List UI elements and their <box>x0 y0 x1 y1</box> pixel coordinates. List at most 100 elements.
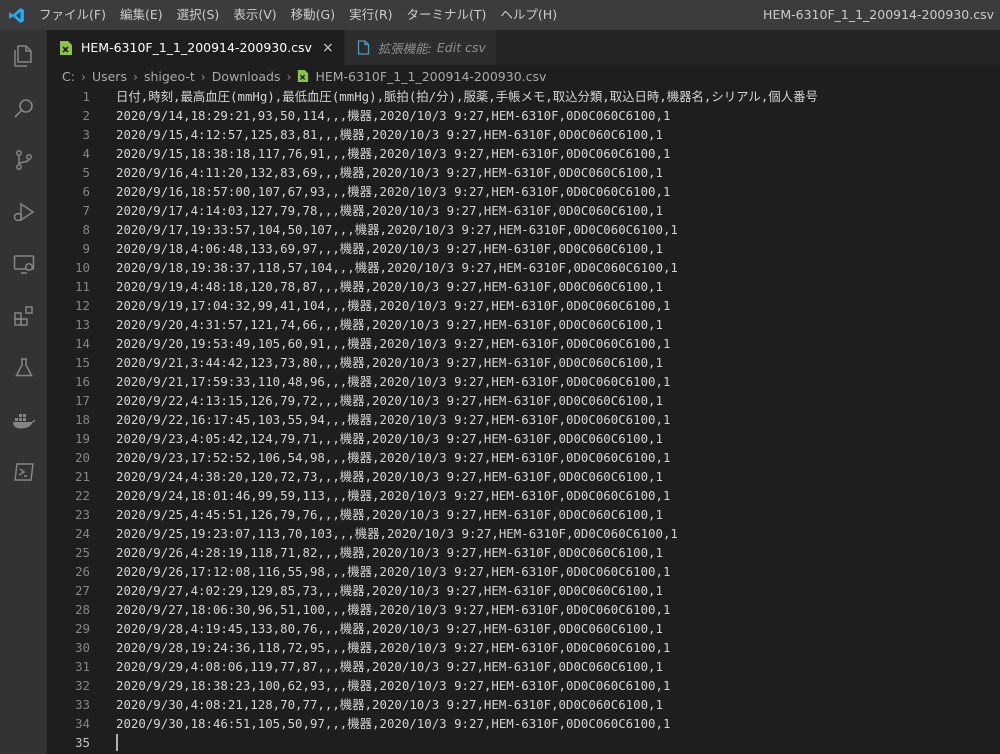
editor-line[interactable]: 25 2020/9/26,4:28:19,118,71,82,,,機器,2020/… <box>47 543 1000 562</box>
chevron-right-icon: › <box>80 68 86 84</box>
tab-csv-file[interactable]: HEM-6310F_1_1_200914-200930.csv × <box>47 30 345 65</box>
line-text: 日付,時刻,最高血圧(mmHg),最低血圧(mmHg),脈拍(拍/分),服薬,手… <box>116 89 818 104</box>
testing-icon[interactable] <box>0 342 47 394</box>
line-text: 2020/9/16,18:57:00,107,67,93,,,機器,2020/1… <box>116 184 671 199</box>
editor-line[interactable]: 31 2020/9/29,4:08:06,119,77,87,,,機器,2020/… <box>47 657 1000 676</box>
editor-line[interactable]: 22 2020/9/24,18:01:46,99,59,113,,,機器,2020… <box>47 486 1000 505</box>
editor-line[interactable]: 33 2020/9/30,4:08:21,128,70,77,,,機器,2020/… <box>47 695 1000 714</box>
line-number: 19 <box>75 431 90 446</box>
breadcrumb-file[interactable]: HEM-6310F_1_1_200914-200930.csv <box>315 69 546 84</box>
tab-label: HEM-6310F_1_1_200914-200930.csv <box>81 40 312 55</box>
tab-bar: HEM-6310F_1_1_200914-200930.csv × 拡張機能: … <box>47 30 1000 65</box>
menu-go[interactable]: 移動(G) <box>284 0 342 30</box>
code-editor[interactable]: 1 日付,時刻,最高血圧(mmHg),最低血圧(mmHg),脈拍(拍/分),服薬,… <box>47 87 1000 754</box>
line-text: 2020/9/24,4:38:20,120,72,73,,,機器,2020/10… <box>116 469 663 484</box>
editor-line[interactable]: 6 2020/9/16,18:57:00,107,67,93,,,機器,2020/… <box>47 182 1000 201</box>
menu-selection[interactable]: 選択(S) <box>170 0 227 30</box>
line-number: 20 <box>75 450 90 465</box>
editor-line[interactable]: 11 2020/9/19,4:48:18,120,78,87,,,機器,2020/… <box>47 277 1000 296</box>
editor-line[interactable]: 10 2020/9/18,19:38:37,118,57,104,,,機器,202… <box>47 258 1000 277</box>
line-number: 22 <box>75 488 90 503</box>
line-number: 10 <box>75 260 90 275</box>
tab-extension-preview[interactable]: 拡張機能: Edit csv <box>344 30 497 65</box>
line-number: 14 <box>75 336 90 351</box>
run-debug-icon[interactable] <box>0 186 47 238</box>
source-control-icon[interactable] <box>0 134 47 186</box>
menu-file[interactable]: ファイル(F) <box>32 0 113 30</box>
files-icon[interactable] <box>0 30 47 82</box>
line-number: 23 <box>75 507 90 522</box>
line-text: 2020/9/23,4:05:42,124,79,71,,,機器,2020/10… <box>116 431 663 446</box>
editor-line[interactable]: 26 2020/9/26,17:12:08,116,55,98,,,機器,2020… <box>47 562 1000 581</box>
editor-line[interactable]: 14 2020/9/20,19:53:49,105,60,91,,,機器,2020… <box>47 334 1000 353</box>
editor-line[interactable]: 8 2020/9/17,19:33:57,104,50,107,,,機器,2020… <box>47 220 1000 239</box>
line-text: 2020/9/23,17:52:52,106,54,98,,,機器,2020/1… <box>116 450 671 465</box>
editor-line[interactable]: 16 2020/9/21,17:59:33,110,48,96,,,機器,2020… <box>47 372 1000 391</box>
csv-file-icon <box>59 40 73 56</box>
line-number: 28 <box>75 602 90 617</box>
terminal-icon[interactable] <box>0 446 47 498</box>
line-number: 24 <box>75 526 90 541</box>
menu-bar: ファイル(F) 編集(E) 選択(S) 表示(V) 移動(G) 実行(R) ター… <box>32 0 564 30</box>
editor-line[interactable]: 28 2020/9/27,18:06:30,96,51,100,,,機器,2020… <box>47 600 1000 619</box>
editor-line[interactable]: 34 2020/9/30,18:46:51,105,50,97,,,機器,2020… <box>47 714 1000 733</box>
line-text: 2020/9/29,18:38:23,100,62,93,,,機器,2020/1… <box>116 678 671 693</box>
line-number: 17 <box>75 393 90 408</box>
editor-line[interactable]: 23 2020/9/25,4:45:51,126,79,76,,,機器,2020/… <box>47 505 1000 524</box>
line-text: 2020/9/18,4:06:48,133,69,97,,,機器,2020/10… <box>116 241 663 256</box>
line-number: 29 <box>75 621 90 636</box>
breadcrumb-users[interactable]: Users <box>92 69 127 84</box>
editor-line[interactable]: 12 2020/9/19,17:04:32,99,41,104,,,機器,2020… <box>47 296 1000 315</box>
editor-line[interactable]: 1 日付,時刻,最高血圧(mmHg),最低血圧(mmHg),脈拍(拍/分),服薬,… <box>47 87 1000 106</box>
editor-line[interactable]: 21 2020/9/24,4:38:20,120,72,73,,,機器,2020/… <box>47 467 1000 486</box>
editor-line[interactable]: 3 2020/9/15,4:12:57,125,83,81,,,機器,2020/1… <box>47 125 1000 144</box>
line-text: 2020/9/18,19:38:37,118,57,104,,,機器,2020/… <box>116 260 678 275</box>
line-text: 2020/9/28,19:24:36,118,72,95,,,機器,2020/1… <box>116 640 671 655</box>
menu-view[interactable]: 表示(V) <box>226 0 283 30</box>
line-number: 11 <box>75 279 90 294</box>
editor-line[interactable]: 35 <box>47 733 1000 752</box>
menu-help[interactable]: ヘルプ(H) <box>493 0 564 30</box>
line-number: 18 <box>75 412 90 427</box>
line-number: 34 <box>75 716 90 731</box>
menu-run[interactable]: 実行(R) <box>342 0 399 30</box>
editor-line[interactable]: 18 2020/9/22,16:17:45,103,55,94,,,機器,2020… <box>47 410 1000 429</box>
editor-line[interactable]: 4 2020/9/15,18:38:18,117,76,91,,,機器,2020/… <box>47 144 1000 163</box>
breadcrumb-drive[interactable]: C: <box>62 69 75 84</box>
window-title: HEM-6310F_1_1_200914-200930.csv <box>763 7 994 22</box>
menu-edit[interactable]: 編集(E) <box>113 0 170 30</box>
vscode-logo-icon <box>0 0 32 30</box>
tab-label: 拡張機能: <box>377 41 432 56</box>
menu-terminal[interactable]: ターミナル(T) <box>400 0 494 30</box>
extensions-icon[interactable] <box>0 290 47 342</box>
remote-explorer-icon[interactable] <box>0 238 47 290</box>
line-text: 2020/9/27,18:06:30,96,51,100,,,機器,2020/1… <box>116 602 671 617</box>
editor-line[interactable]: 19 2020/9/23,4:05:42,124,79,71,,,機器,2020/… <box>47 429 1000 448</box>
editor-line[interactable]: 29 2020/9/28,4:19:45,133,80,76,,,機器,2020/… <box>47 619 1000 638</box>
editor-line[interactable]: 32 2020/9/29,18:38:23,100,62,93,,,機器,2020… <box>47 676 1000 695</box>
line-text: 2020/9/19,4:48:18,120,78,87,,,機器,2020/10… <box>116 279 663 294</box>
editor-line[interactable]: 13 2020/9/20,4:31:57,121,74,66,,,機器,2020/… <box>47 315 1000 334</box>
editor-line[interactable]: 20 2020/9/23,17:52:52,106,54,98,,,機器,2020… <box>47 448 1000 467</box>
line-text: 2020/9/15,4:12:57,125,83,81,,,機器,2020/10… <box>116 127 663 142</box>
editor-line[interactable]: 2 2020/9/14,18:29:21,93,50,114,,,機器,2020/… <box>47 106 1000 125</box>
line-number: 4 <box>82 146 90 161</box>
editor-line[interactable]: 9 2020/9/18,4:06:48,133,69,97,,,機器,2020/1… <box>47 239 1000 258</box>
editor-line[interactable]: 15 2020/9/21,3:44:42,123,73,80,,,機器,2020/… <box>47 353 1000 372</box>
editor-line[interactable]: 7 2020/9/17,4:14:03,127,79,78,,,機器,2020/1… <box>47 201 1000 220</box>
breadcrumb-user[interactable]: shigeo-t <box>144 69 195 84</box>
editor-line[interactable]: 17 2020/9/22,4:13:15,126,79,72,,,機器,2020/… <box>47 391 1000 410</box>
line-text: 2020/9/29,4:08:06,119,77,87,,,機器,2020/10… <box>116 659 663 674</box>
editor-line[interactable]: 27 2020/9/27,4:02:29,129,85,73,,,機器,2020/… <box>47 581 1000 600</box>
editor-line[interactable]: 5 2020/9/16,4:11:20,132,83,69,,,機器,2020/1… <box>47 163 1000 182</box>
line-text: 2020/9/20,19:53:49,105,60,91,,,機器,2020/1… <box>116 336 671 351</box>
docker-icon[interactable] <box>0 394 47 446</box>
editor-line[interactable]: 30 2020/9/28,19:24:36,118,72,95,,,機器,2020… <box>47 638 1000 657</box>
breadcrumb-downloads[interactable]: Downloads <box>212 69 281 84</box>
line-number: 2 <box>82 108 90 123</box>
line-number: 21 <box>75 469 90 484</box>
line-text: 2020/9/27,4:02:29,129,85,73,,,機器,2020/10… <box>116 583 663 598</box>
editor-line[interactable]: 24 2020/9/25,19:23:07,113,70,103,,,機器,202… <box>47 524 1000 543</box>
close-icon[interactable]: × <box>322 40 334 56</box>
search-icon[interactable] <box>0 82 47 134</box>
